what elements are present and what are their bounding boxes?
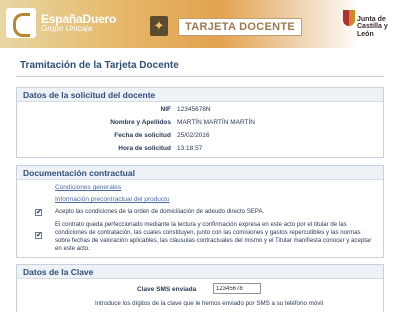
clave-help-text: Introduce los dígitos de la clave que le… [95,300,324,307]
field-label: Fecha de solicitud [114,132,171,139]
coat-of-arms-icon [343,10,355,26]
field-value: 13:18:57 [177,145,203,152]
field-label: Hora de solicitud [118,145,171,152]
solicitud-heading: Datos de la solicitud del docente [17,88,383,102]
espanaduero-logo-icon [6,8,36,38]
jcyl-line1: Junta de [357,16,386,23]
sepa-checkbox-label: Acepto las condiciones de la orden de do… [55,208,265,215]
informacion-precontractual-link[interactable]: Información precontractual del producto [55,196,170,203]
espanaduero-logo: EspañaDuero Grupo Unicaja [6,8,134,38]
documentacion-panel: Documentación contractual Condiciones ge… [16,165,384,258]
clave-panel: Datos de la Clave Clave SMS enviada Intr… [16,264,384,312]
field-label: NIF [160,106,171,113]
contrato-checkbox[interactable]: ✔ [35,232,42,239]
field-label: Nombre y Apellidos [110,119,171,126]
jcyl-line2: Castilla y León [357,23,388,38]
title-divider [16,76,384,77]
tarjeta-docente-title: TARJETA DOCENTE [178,18,303,36]
junta-castilla-leon-logo: Junta de Castilla y León [335,10,397,46]
field-value: 25/02/2016 [177,132,210,139]
condiciones-generales-link[interactable]: Condiciones generales [55,184,121,191]
clave-heading: Datos de la Clave [17,265,383,279]
clave-sms-input[interactable] [213,283,261,294]
solicitud-panel: Datos de la solicitud del docente NIF 12… [16,87,384,158]
field-value: 12345678N [177,106,211,113]
clave-sms-label: Clave SMS enviada [137,286,197,293]
header-banner: EspañaDuero Grupo Unicaja ✦ TARJETA DOCE… [0,0,400,48]
field-value: MARTÍN MARTÍN MARTÍN [177,119,256,126]
documentacion-heading: Documentación contractual [17,166,383,180]
tarjeta-docente-icon: ✦ [150,16,168,36]
page-title: Tramitación de la Tarjeta Docente [20,60,179,71]
sepa-checkbox[interactable]: ✔ [35,209,42,216]
contrato-checkbox-label: El contrato queda perfeccionado mediante… [55,221,372,252]
espanaduero-subtitle: Grupo Unicaja [41,24,93,34]
